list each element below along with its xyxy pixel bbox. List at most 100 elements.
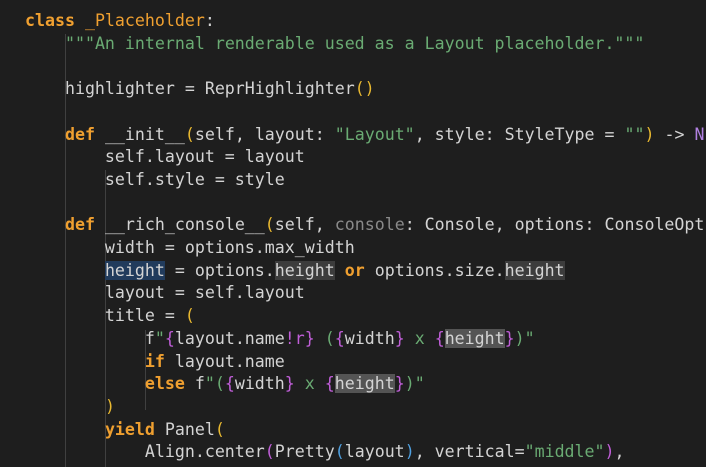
code-token: N — [694, 124, 705, 144]
code-token: () — [354, 79, 375, 99]
code-token: = options. — [164, 260, 275, 280]
code-line[interactable]: if layout.name — [25, 351, 285, 374]
code-token: layout.name — [174, 328, 285, 348]
code-token: { — [334, 328, 345, 348]
code-token: class — [25, 11, 75, 30]
code-line[interactable]: yield Panel( — [25, 419, 225, 442]
code-line[interactable]: title = ( — [25, 305, 195, 328]
code-token: width = options.max_width — [25, 238, 355, 257]
code-token: )" — [514, 328, 535, 348]
code-line[interactable]: class _Placeholder: — [25, 10, 215, 33]
code-token: Pretty — [274, 442, 335, 462]
code-token: : — [204, 11, 215, 30]
code-token: "middle" — [524, 442, 605, 462]
code-token: def — [64, 124, 95, 144]
code-line[interactable]: f"{layout.name!r} ({width} x {height})" — [25, 328, 535, 351]
code-token: ( — [214, 419, 225, 439]
code-token: } — [504, 328, 515, 348]
code-line[interactable]: highlighter = ReprHighlighter() — [25, 78, 375, 101]
code-token: x — [404, 328, 435, 348]
code-token: width — [344, 328, 395, 348]
code-token: self, — [274, 215, 335, 235]
code-token: ( — [264, 215, 275, 235]
code-token: height — [444, 328, 505, 348]
code-token: __init__ — [94, 124, 185, 144]
code-token: "( — [204, 374, 225, 394]
code-token: yield — [104, 419, 155, 439]
code-token: height — [334, 374, 395, 394]
code-token: layout = self.layout — [25, 283, 305, 303]
code-token: ) — [604, 442, 615, 462]
code-token: "Layout" — [334, 124, 415, 144]
code-token: ) — [404, 442, 415, 462]
code-token: or — [344, 260, 365, 280]
code-token: else — [144, 374, 185, 394]
code-token: , style: StyleType = — [414, 124, 625, 144]
code-editor[interactable]: class _Placeholder: """An internal rende… — [0, 0, 706, 467]
code-line[interactable]: ) — [25, 396, 115, 419]
code-token: __rich_console__ — [94, 215, 265, 235]
code-token: Panel — [154, 419, 215, 439]
code-token: console — [334, 215, 405, 235]
code-token: self.style = style — [25, 169, 285, 189]
code-token: height — [274, 260, 335, 280]
code-token: , vertical= — [414, 442, 525, 462]
code-token: if — [144, 351, 165, 371]
code-token: , — [614, 442, 625, 462]
code-line[interactable]: def __init__(self, layout: "Layout", sty… — [25, 124, 704, 147]
code-line[interactable]: else f"({width} x {height})" — [25, 373, 425, 396]
code-token: } — [304, 328, 315, 348]
code-token: _Placeholder — [84, 11, 205, 30]
code-token: ) — [104, 396, 115, 416]
code-token: self.layout = layout — [25, 147, 305, 167]
code-token: height — [104, 260, 165, 280]
code-token: { — [164, 328, 175, 348]
code-line[interactable]: Align.center(Pretty(layout), vertical="m… — [25, 441, 625, 464]
code-token: " — [154, 328, 165, 348]
code-token: ( — [184, 124, 195, 144]
code-token: ) — [644, 124, 655, 144]
code-token: { — [434, 328, 445, 348]
code-token: highlighter = ReprHighlighter — [25, 79, 355, 99]
code-token: ( — [184, 306, 195, 326]
code-token: } — [394, 374, 405, 394]
code-token: options.size. — [364, 260, 505, 280]
code-token: )" — [404, 374, 425, 394]
code-token: self, layout: — [194, 124, 335, 144]
code-token: { — [324, 374, 335, 394]
code-token: """An internal renderable used as a Layo… — [64, 33, 645, 53]
code-token: def — [64, 215, 95, 235]
code-token: ( — [334, 442, 345, 462]
code-token: width — [234, 374, 285, 394]
code-line[interactable]: self.layout = layout — [25, 146, 305, 169]
code-line[interactable]: self.style = style — [25, 169, 285, 192]
code-token: "" — [624, 124, 645, 144]
code-token: ( — [264, 442, 275, 462]
code-token: f — [184, 374, 205, 394]
code-line[interactable]: height = options.height or options.size.… — [25, 260, 565, 283]
code-token: !r — [284, 328, 305, 348]
code-token: f — [25, 328, 155, 348]
code-token: layout.name — [164, 351, 285, 371]
code-line[interactable]: width = options.max_width — [25, 237, 355, 260]
code-token: Align.center — [25, 442, 265, 462]
code-line[interactable]: """An internal renderable used as a Layo… — [25, 33, 644, 56]
code-token: title = — [25, 306, 185, 326]
code-token: height — [504, 260, 565, 280]
code-token: } — [284, 374, 295, 394]
code-token: { — [224, 374, 235, 394]
code-token: -> — [654, 124, 695, 144]
code-line[interactable]: layout = self.layout — [25, 282, 305, 305]
code-token: layout — [344, 442, 405, 462]
code-line[interactable]: def __rich_console__(self, console: Cons… — [25, 214, 704, 237]
